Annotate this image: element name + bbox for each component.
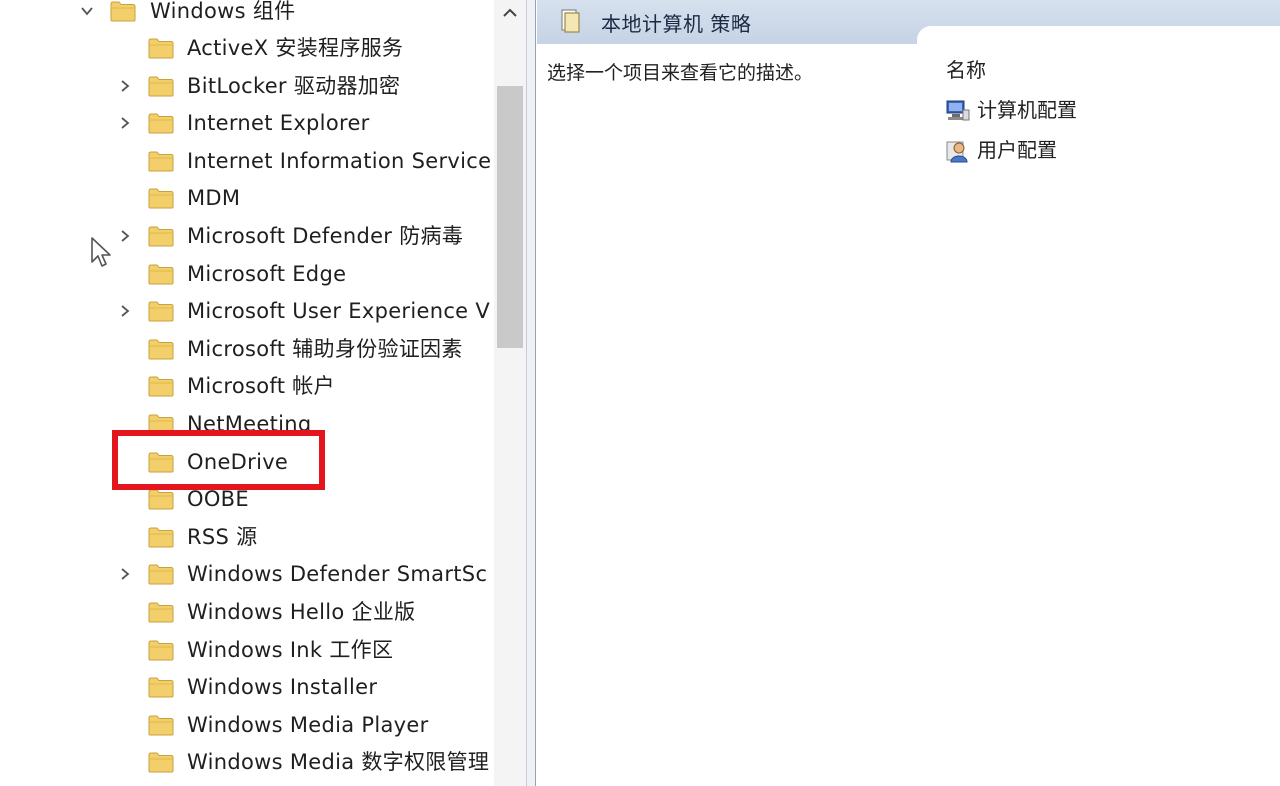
entry-user-config[interactable]: 用户配置	[945, 136, 1145, 166]
tree-item-activex[interactable]: ActiveX 安装程序服务	[0, 31, 495, 67]
folder-icon	[148, 264, 174, 285]
tree-item-label: OneDrive	[187, 450, 289, 474]
folder-icon	[148, 188, 174, 209]
scroll-thumb[interactable]	[497, 86, 523, 348]
tree-item-windows-installer[interactable]: Windows Installer	[0, 670, 495, 706]
tree-item-windows-media[interactable]: Windows Media 数字权限管理	[0, 745, 495, 781]
tree-item-label: Windows Hello 企业版	[187, 600, 416, 624]
chevron-down-icon[interactable]	[80, 4, 94, 18]
tree-item-bitlocker[interactable]: BitLocker 驱动器加密	[0, 69, 495, 105]
folder-icon	[148, 489, 174, 510]
tree-item-label: Microsoft Defender 防病毒	[187, 224, 464, 248]
tree-item-label: Microsoft 帐户	[187, 374, 335, 398]
folder-icon	[148, 414, 174, 435]
header-tab-shape	[917, 26, 1280, 56]
folder-icon	[148, 452, 174, 473]
folder-icon	[148, 151, 174, 172]
tree-item-microsoft-defender[interactable]: Microsoft Defender 防病毒	[0, 219, 495, 255]
chevron-right-icon[interactable]	[118, 116, 132, 130]
tree-item-netmeeting[interactable]: NetMeeting	[0, 407, 495, 443]
entry-label: 用户配置	[977, 138, 1057, 162]
folder-icon	[148, 527, 174, 548]
folder-icon	[148, 226, 174, 247]
folder-icon	[148, 640, 174, 661]
chevron-right-icon[interactable]	[118, 567, 132, 581]
folder-icon	[148, 38, 174, 59]
tree-item-label: Microsoft Edge	[187, 262, 347, 286]
tree-item-label: BitLocker 驱动器加密	[187, 74, 401, 98]
column-header-name[interactable]: 名称	[946, 54, 986, 83]
tree-item-oobe[interactable]: OOBE	[0, 482, 495, 518]
folder-icon	[148, 564, 174, 585]
details-title: 本地计算机 策略	[601, 12, 752, 36]
tree-item-label: Microsoft 辅助身份验证因素	[187, 337, 463, 361]
mouse-cursor-icon	[90, 236, 114, 274]
folder-icon	[148, 76, 174, 97]
details-pane: 本地计算机 策略 选择一个项目来查看它的描述。 名称 计算机配置 用户配置	[537, 0, 1280, 786]
tree-item-label: Internet Explorer	[187, 111, 370, 135]
tree-item-microsoft[interactable]: Microsoft 帐户	[0, 369, 495, 405]
tree-item-label: Windows Installer	[187, 675, 378, 699]
tree-item-internet-explorer[interactable]: Internet Explorer	[0, 106, 495, 142]
tree-item-mdm[interactable]: MDM	[0, 181, 495, 217]
tree-item-label: NetMeeting	[187, 412, 312, 436]
tree-item-label: RSS 源	[187, 525, 258, 549]
folder-icon	[148, 677, 174, 698]
folder-icon	[148, 602, 174, 623]
tree-item-label: Windows Ink 工作区	[187, 638, 394, 662]
policy-book-icon	[559, 8, 581, 34]
tree-item-label: Microsoft User Experience V	[187, 299, 491, 323]
tree-item-windows-hello[interactable]: Windows Hello 企业版	[0, 595, 495, 631]
chevron-right-icon[interactable]	[118, 229, 132, 243]
tree-item-onedrive[interactable]: OneDrive	[0, 445, 495, 481]
tree-item-label: ActiveX 安装程序服务	[187, 36, 404, 60]
tree-item-microsoft[interactable]: Microsoft 辅助身份验证因素	[0, 332, 495, 368]
tree-item-label: Windows Defender SmartSc	[187, 562, 488, 586]
tree-item-windows-ink[interactable]: Windows Ink 工作区	[0, 633, 495, 669]
tree-pane: Windows 组件 ActiveX 安装程序服务 BitLocker 驱动器加密 I…	[0, 0, 526, 786]
tree-item-microsoft-user-experience-v[interactable]: Microsoft User Experience V	[0, 294, 495, 330]
pane-splitter[interactable]	[526, 0, 536, 786]
tree-item-label: Windows Media 数字权限管理	[187, 750, 490, 774]
tree-scrollbar[interactable]	[494, 0, 526, 786]
chevron-right-icon[interactable]	[118, 304, 132, 318]
scroll-up-arrow-icon[interactable]	[494, 0, 526, 26]
entry-label: 计算机配置	[977, 98, 1077, 122]
folder-icon	[148, 301, 174, 322]
tree-item-label: Windows Media Player	[187, 713, 429, 737]
computer-config-icon	[945, 98, 971, 124]
folder-icon	[148, 339, 174, 360]
folder-icon	[110, 1, 136, 22]
tree-item-label: OOBE	[187, 487, 249, 511]
folder-icon	[148, 376, 174, 397]
folder-icon	[148, 752, 174, 773]
tree-item-label: MDM	[187, 186, 241, 210]
folder-icon	[148, 715, 174, 736]
user-config-icon	[945, 138, 971, 164]
folder-icon	[148, 113, 174, 134]
tree-item-windows-media-player[interactable]: Windows Media Player	[0, 708, 495, 744]
chevron-right-icon[interactable]	[118, 79, 132, 93]
tree-item-rss[interactable]: RSS 源	[0, 520, 495, 556]
tree-item-internet-information-service[interactable]: Internet Information Service	[0, 144, 495, 180]
entry-computer-config[interactable]: 计算机配置	[945, 96, 1145, 126]
description-text: 选择一个项目来查看它的描述。	[547, 62, 814, 84]
tree-item-label: Windows 组件	[150, 0, 296, 23]
tree-item-label: Internet Information Service	[187, 149, 492, 173]
tree-item-windows-components[interactable]: Windows 组件	[0, 0, 495, 30]
tree-item-microsoft-edge[interactable]: Microsoft Edge	[0, 257, 495, 293]
tree-item-windows-defender-smartsc[interactable]: Windows Defender SmartSc	[0, 557, 495, 593]
